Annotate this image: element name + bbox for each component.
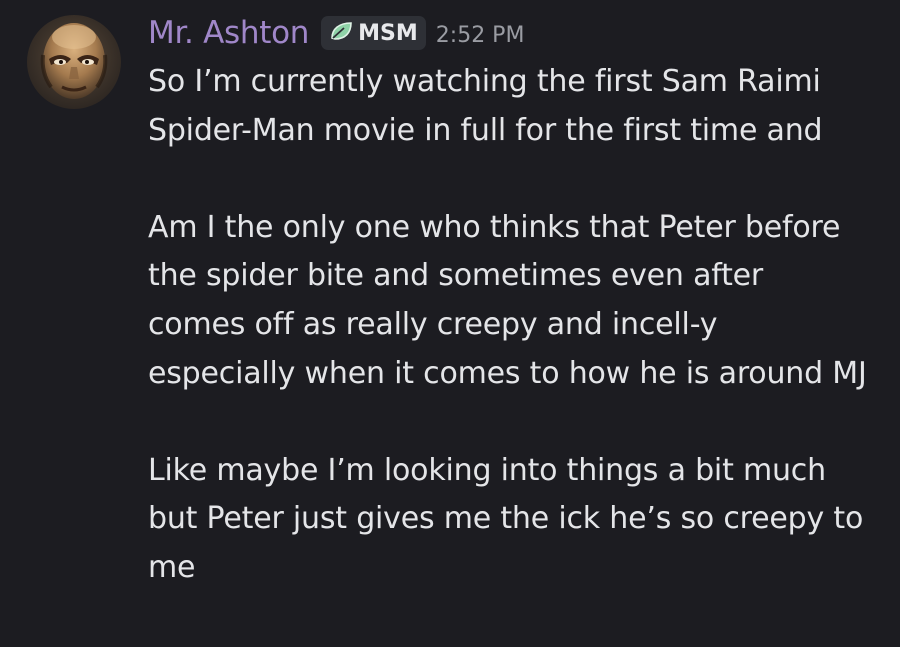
message-paragraph: So I’m currently watching the first Sam … <box>148 64 823 148</box>
user-avatar[interactable] <box>27 15 121 109</box>
message-paragraph: Like maybe I’m looking into things a bit… <box>148 452 864 585</box>
message-content: So I’m currently watching the first Sam … <box>148 58 868 593</box>
timestamp[interactable]: 2:52 PM <box>436 23 525 48</box>
chat-message: Mr. Ashton MSM 2:52 PM So I’m currently … <box>0 0 900 647</box>
username[interactable]: Mr. Ashton <box>148 15 309 51</box>
message-header: Mr. Ashton MSM 2:52 PM <box>148 11 524 55</box>
avatar-image <box>27 15 121 109</box>
server-tag[interactable]: MSM <box>321 16 426 50</box>
message-paragraph: Am I the only one who thinks that Peter … <box>148 209 867 391</box>
leaf-icon <box>329 21 353 45</box>
server-tag-label: MSM <box>358 20 418 46</box>
